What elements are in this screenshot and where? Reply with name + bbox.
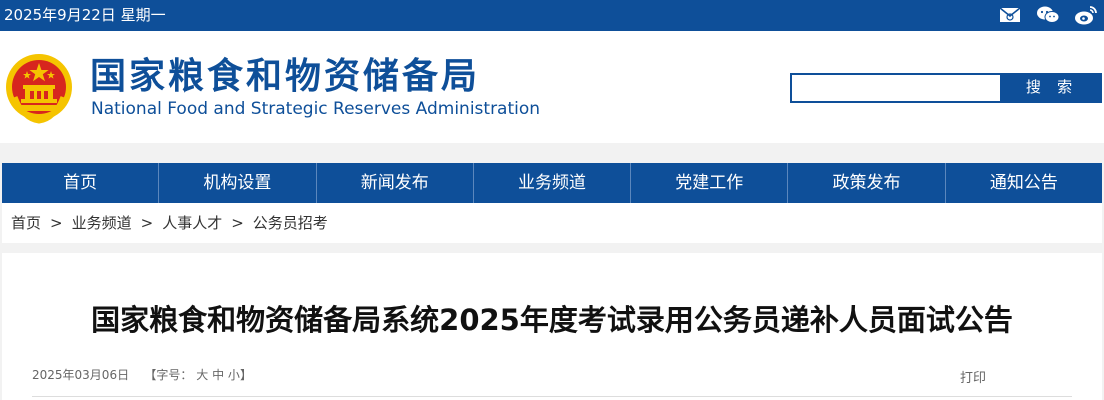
breadcrumb-separator: > [140, 214, 154, 232]
main-nav: 首页 机构设置 新闻发布 业务频道 党建工作 政策发布 通知公告 [2, 163, 1102, 203]
breadcrumb: 首页 > 业务频道 > 人事人才 > 公务员招考 [2, 203, 1102, 243]
top-bar: 2025年9月22日 星期一 [0, 0, 1104, 31]
breadcrumb-personnel[interactable]: 人事人才 [162, 214, 222, 232]
breadcrumb-business[interactable]: 业务频道 [72, 214, 132, 232]
font-size-label: 【字号： [144, 368, 193, 382]
nav-item-news[interactable]: 新闻发布 [317, 163, 474, 203]
email-icon[interactable] [998, 4, 1022, 26]
weibo-icon[interactable] [1074, 4, 1098, 26]
breadcrumb-civil-service-exam[interactable]: 公务员招考 [253, 214, 328, 232]
nav-item-home[interactable]: 首页 [2, 163, 160, 203]
breadcrumb-separator: > [231, 214, 244, 232]
divider [32, 396, 1072, 397]
print-button[interactable]: 打印 [960, 367, 986, 386]
site-header: 国家粮食和物资储备局 National Food and Strategic R… [0, 31, 1104, 143]
article-meta: 2025年03月06日 【字号： 大 中 小】 [32, 366, 252, 383]
font-size-medium-button[interactable]: 中 [212, 368, 224, 382]
current-date: 2025年9月22日 星期一 [4, 6, 166, 24]
font-size-small-button[interactable]: 小 [228, 368, 240, 382]
social-icons [998, 4, 1098, 26]
article-container: 国家粮食和物资储备局系统2025年度考试录用公务员递补人员面试公告 2025年0… [2, 253, 1102, 400]
search-button[interactable]: 搜 索 [1002, 73, 1102, 103]
font-size-label-end: 】 [239, 368, 252, 382]
nav-item-organization[interactable]: 机构设置 [159, 163, 317, 203]
nav-item-policy[interactable]: 政策发布 [788, 163, 946, 203]
search-input[interactable] [790, 73, 1002, 103]
nav-item-business[interactable]: 业务频道 [474, 163, 632, 203]
site-title-cn[interactable]: 国家粮食和物资储备局 [90, 55, 480, 99]
breadcrumb-home[interactable]: 首页 [11, 214, 41, 232]
nav-item-notice[interactable]: 通知公告 [946, 163, 1102, 203]
article-title: 国家粮食和物资储备局系统2025年度考试录用公务员递补人员面试公告 [91, 303, 1013, 337]
breadcrumb-separator: > [50, 214, 63, 232]
article-date: 2025年03月06日 [32, 368, 130, 382]
nav-item-party[interactable]: 党建工作 [631, 163, 789, 203]
site-title-en[interactable]: National Food and Strategic Reserves Adm… [91, 99, 540, 119]
national-emblem-icon[interactable] [3, 49, 75, 127]
font-size-large-button[interactable]: 大 [196, 368, 208, 382]
wechat-icon[interactable] [1036, 4, 1060, 26]
